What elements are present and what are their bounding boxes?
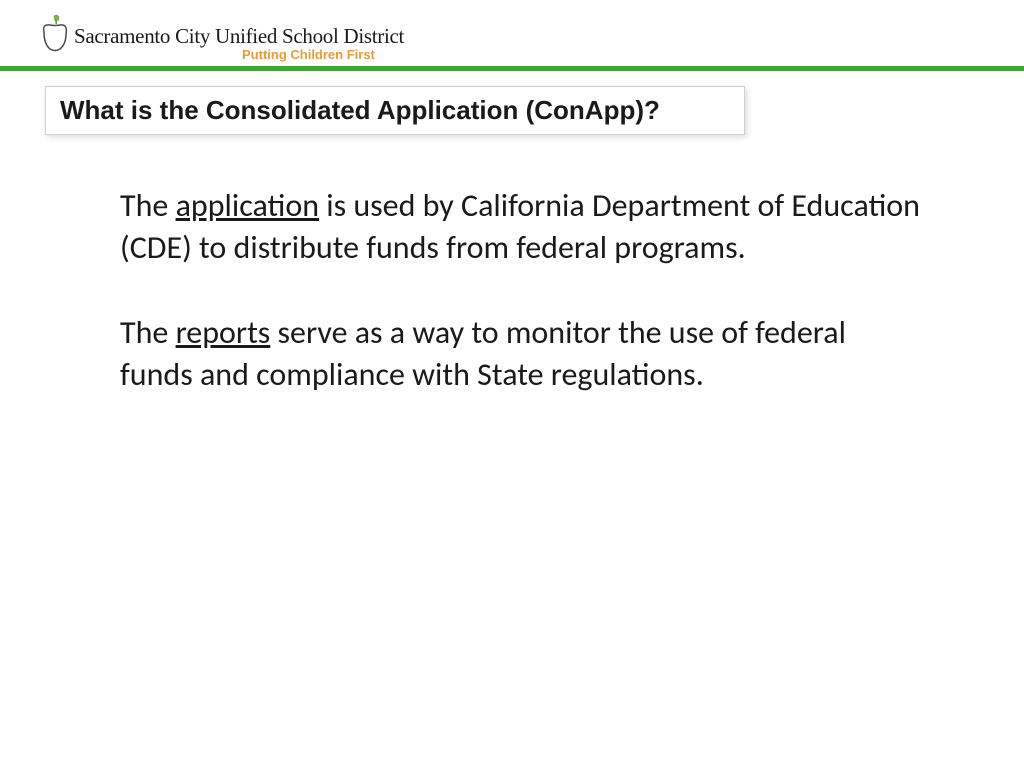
tagline: Putting Children First: [242, 47, 404, 62]
divider-line: [0, 66, 1024, 71]
para2-underlined: reports: [176, 313, 271, 352]
slide-title: What is the Consolidated Application (Co…: [60, 95, 730, 126]
content-area: The application is used by California De…: [0, 135, 1024, 395]
district-text-block: Sacramento City Unified School District …: [74, 10, 404, 62]
para1-underlined: application: [176, 186, 319, 225]
apple-icon: [40, 12, 70, 52]
paragraph-1: The application is used by California De…: [120, 185, 924, 268]
paragraph-2: The reports serve as a way to monitor th…: [120, 312, 924, 395]
logo-area: Sacramento City Unified School District …: [40, 10, 1024, 62]
para1-prefix: The: [120, 186, 176, 225]
para2-prefix: The: [120, 313, 176, 352]
slide-header: Sacramento City Unified School District …: [0, 0, 1024, 62]
title-box: What is the Consolidated Application (Co…: [45, 86, 745, 135]
district-name: Sacramento City Unified School District: [74, 24, 404, 49]
